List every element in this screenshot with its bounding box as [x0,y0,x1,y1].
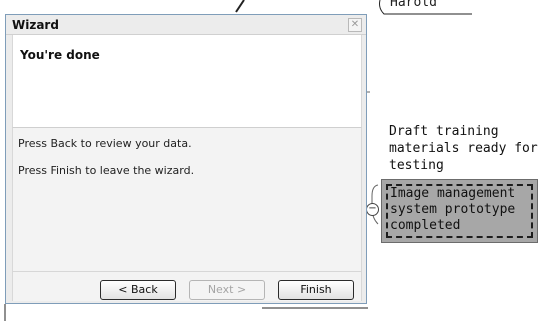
wizard-body-line-back: Press Back to review your data. [18,137,192,150]
mindmap-canvas: Harold Draft training materials ready fo… [0,0,538,321]
close-icon[interactable]: ✕ [348,18,362,32]
wizard-header-panel: You're done [12,35,362,127]
mindmap-node-image-management-label: Image management system prototype comple… [386,184,533,238]
mindmap-node-image-management[interactable]: Image management system prototype comple… [381,179,538,243]
next-button[interactable]: Next > [189,280,265,300]
wizard-step-title: You're done [20,48,100,62]
collapse-node-icon[interactable]: − [366,203,379,216]
finish-button[interactable]: Finish [278,280,354,300]
wizard-title: Wizard [12,18,59,32]
wizard-titlebar[interactable]: Wizard ✕ [6,15,366,35]
mindmap-node-harold[interactable]: Harold [390,0,437,10]
wizard-dialog: Wizard ✕ You're done Press Back to revie… [5,14,367,304]
back-button[interactable]: < Back [100,280,176,300]
wizard-body-panel: Press Back to review your data. Press Fi… [12,127,362,272]
wizard-button-bar: < Back Next > Finish [12,271,362,301]
connector-top [235,0,245,13]
wizard-body-line-finish: Press Finish to leave the wizard. [18,164,195,177]
mindmap-node-draft-training[interactable]: Draft training materials ready for testi… [389,123,538,174]
